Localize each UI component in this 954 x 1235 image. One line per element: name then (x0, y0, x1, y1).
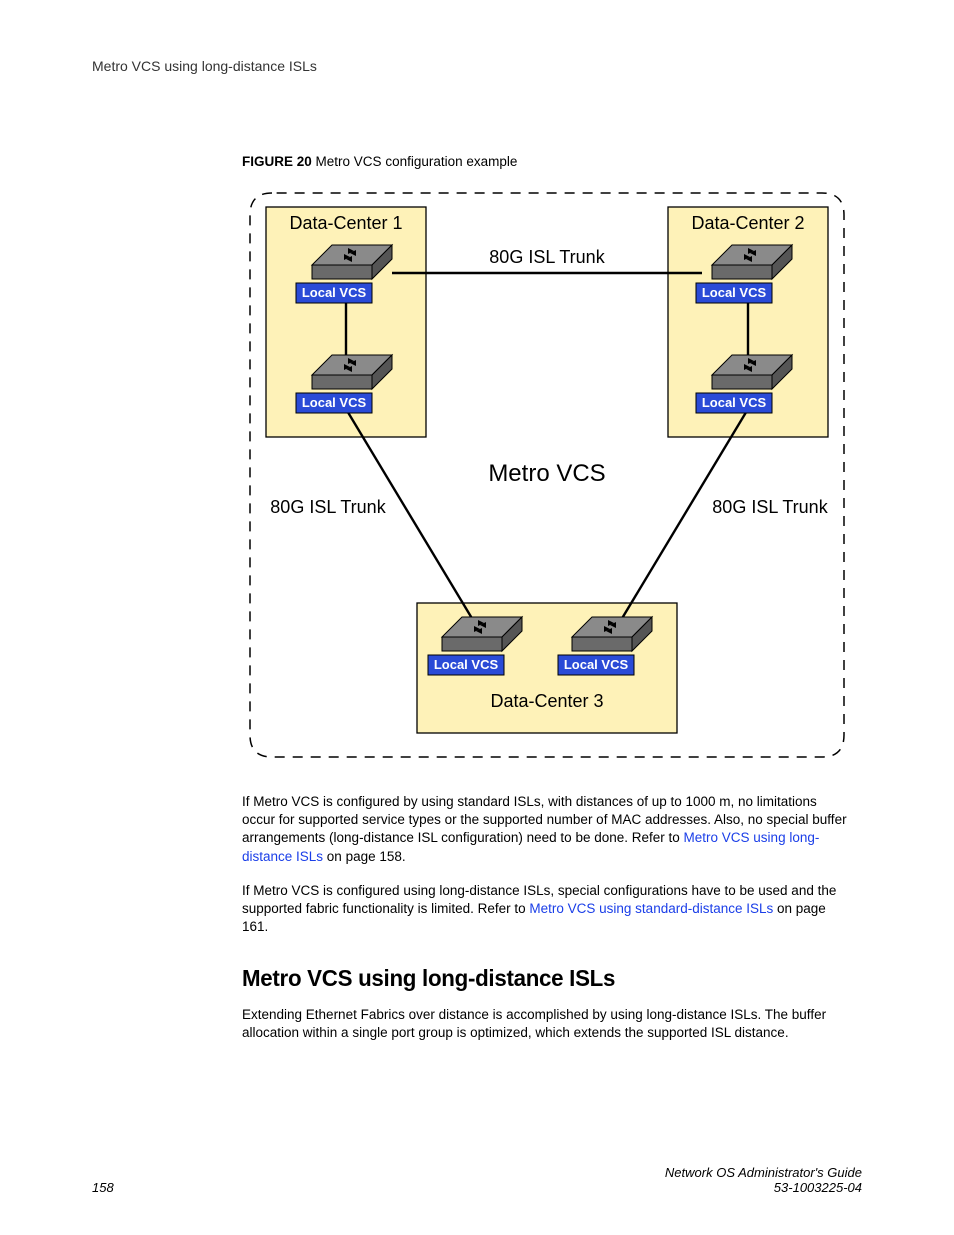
svg-text:Local VCS: Local VCS (302, 285, 367, 300)
figure-diagram: Local VCS Local VCS Local VCS Local VCS … (242, 185, 852, 765)
running-header: Metro VCS using long-distance ISLs (92, 58, 862, 74)
page-footer: 158 Network OS Administrator's Guide 53-… (92, 1165, 862, 1195)
svg-text:Local VCS: Local VCS (302, 395, 367, 410)
dc2-label: Data-Center 2 (691, 213, 804, 233)
trunk-top-label: 80G ISL Trunk (489, 247, 605, 267)
figure-label: FIGURE 20 (242, 154, 312, 169)
page-number: 158 (92, 1180, 114, 1195)
local-vcs-label: Local VCS (296, 283, 372, 303)
svg-text:Local VCS: Local VCS (434, 657, 499, 672)
dc3-label: Data-Center 3 (490, 691, 603, 711)
trunk-left-label: 80G ISL Trunk (270, 497, 386, 517)
figure-caption-text: Metro VCS configuration example (316, 154, 518, 169)
paragraph-2: If Metro VCS is configured using long-di… (242, 882, 852, 937)
svg-text:Local VCS: Local VCS (702, 395, 767, 410)
paragraph-1: If Metro VCS is configured by using stan… (242, 793, 852, 866)
p1-text-b: on page 158. (323, 849, 406, 864)
svg-text:Local VCS: Local VCS (702, 285, 767, 300)
section-heading: Metro VCS using long-distance ISLs (242, 965, 843, 992)
figure-caption: FIGURE 20 Metro VCS configuration exampl… (242, 154, 862, 169)
dc1-label: Data-Center 1 (289, 213, 402, 233)
section-body: Extending Ethernet Fabrics over distance… (242, 1006, 852, 1042)
link-standard-distance-isls[interactable]: Metro VCS using standard-distance ISLs (529, 901, 773, 916)
svg-text:Local VCS: Local VCS (564, 657, 629, 672)
footer-doc-id: 53-1003225-04 (665, 1180, 862, 1195)
footer-guide-title: Network OS Administrator's Guide (665, 1165, 862, 1180)
metro-vcs-label: Metro VCS (488, 460, 605, 487)
trunk-right-label: 80G ISL Trunk (712, 497, 828, 517)
